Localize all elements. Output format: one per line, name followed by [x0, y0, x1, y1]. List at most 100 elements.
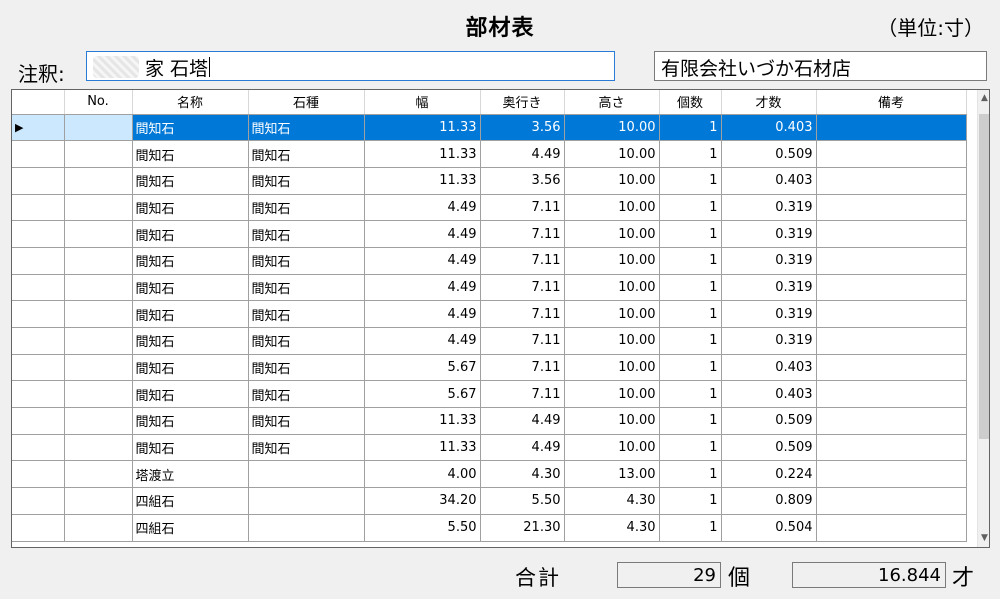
cell-d[interactable]: 7.11: [480, 274, 565, 302]
cell-qty[interactable]: 1: [659, 300, 722, 328]
cell-qty[interactable]: 1: [659, 274, 722, 302]
column-header[interactable]: 名称: [132, 90, 249, 115]
cell-name[interactable]: 間知石: [132, 407, 249, 435]
cell-stone[interactable]: [248, 514, 365, 542]
cell-sai[interactable]: 0.403: [721, 114, 817, 142]
cell-note[interactable]: [816, 140, 967, 168]
cell-no[interactable]: [64, 487, 133, 515]
cell-sai[interactable]: 0.504: [721, 514, 817, 542]
cell-note[interactable]: [816, 460, 967, 489]
cell-h[interactable]: 10.00: [564, 300, 660, 328]
cell-d[interactable]: 7.11: [480, 220, 565, 248]
cell-h[interactable]: 10.00: [564, 194, 660, 222]
scroll-down-icon[interactable]: ▼: [978, 530, 989, 547]
row-header[interactable]: [12, 407, 65, 435]
cell-sai[interactable]: 0.224: [721, 460, 817, 489]
cell-note[interactable]: [816, 407, 967, 435]
column-header[interactable]: 石種: [248, 90, 365, 115]
cell-note[interactable]: [816, 247, 967, 275]
cell-qty[interactable]: 1: [659, 140, 722, 168]
cell-d[interactable]: 21.30: [480, 514, 565, 542]
cell-no[interactable]: [64, 327, 133, 355]
company-field[interactable]: 有限会社いづか石材店: [654, 51, 987, 81]
cell-qty[interactable]: 1: [659, 460, 722, 489]
cell-h[interactable]: 10.00: [564, 114, 660, 142]
table-row[interactable]: 塔渡立 4.00 4.30 13.00 1 0.224: [12, 460, 967, 489]
cell-h[interactable]: 4.30: [564, 514, 660, 542]
cell-name[interactable]: 間知石: [132, 327, 249, 355]
cell-no[interactable]: [64, 140, 133, 168]
cell-h[interactable]: 10.00: [564, 247, 660, 275]
column-header[interactable]: 備考: [816, 90, 967, 115]
cell-qty[interactable]: 1: [659, 354, 722, 382]
cell-stone[interactable]: 間知石: [248, 114, 365, 142]
row-header[interactable]: [12, 300, 65, 328]
cell-d[interactable]: 7.11: [480, 327, 565, 355]
table-row[interactable]: 四組石 5.50 21.30 4.30 1 0.504: [12, 514, 967, 542]
cell-h[interactable]: 10.00: [564, 407, 660, 435]
row-header[interactable]: [12, 354, 65, 382]
cell-w[interactable]: 5.67: [364, 354, 481, 382]
cell-no[interactable]: [64, 300, 133, 328]
cell-no[interactable]: [64, 194, 133, 222]
cell-name[interactable]: 間知石: [132, 274, 249, 302]
cell-h[interactable]: 10.00: [564, 140, 660, 168]
table-row[interactable]: 間知石 間知石 4.49 7.11 10.00 1 0.319: [12, 220, 967, 248]
cell-name[interactable]: 間知石: [132, 380, 249, 409]
parts-grid[interactable]: No. 名称 石種 幅 奥行き 高さ 個数 才数 備考 ▶ 間知石 間知石 11.33…: [11, 89, 990, 548]
table-row[interactable]: 間知石 間知石 11.33 4.49 10.00 1 0.509: [12, 434, 967, 462]
cell-no[interactable]: [64, 167, 133, 195]
row-header[interactable]: [12, 487, 65, 515]
cell-stone[interactable]: [248, 487, 365, 515]
cell-sai[interactable]: 0.319: [721, 300, 817, 328]
cell-no[interactable]: [64, 514, 133, 542]
cell-d[interactable]: 7.11: [480, 354, 565, 382]
column-header[interactable]: 幅: [364, 90, 481, 115]
scroll-up-icon[interactable]: ▲: [978, 90, 989, 107]
cell-d[interactable]: 3.56: [480, 167, 565, 195]
table-row[interactable]: 間知石 間知石 4.49 7.11 10.00 1 0.319: [12, 247, 967, 275]
cell-name[interactable]: 間知石: [132, 140, 249, 168]
cell-sai[interactable]: 0.509: [721, 434, 817, 462]
note-input[interactable]: 家 石塔: [86, 51, 615, 81]
column-header[interactable]: 奥行き: [480, 90, 565, 115]
cell-h[interactable]: 10.00: [564, 220, 660, 248]
cell-stone[interactable]: 間知石: [248, 247, 365, 275]
cell-h[interactable]: 10.00: [564, 274, 660, 302]
cell-w[interactable]: 11.33: [364, 167, 481, 195]
cell-h[interactable]: 10.00: [564, 380, 660, 409]
table-row[interactable]: 間知石 間知石 4.49 7.11 10.00 1 0.319: [12, 327, 967, 355]
cell-name[interactable]: 塔渡立: [132, 460, 249, 489]
row-header[interactable]: [12, 220, 65, 248]
cell-no[interactable]: [64, 114, 133, 142]
cell-name[interactable]: 間知石: [132, 434, 249, 462]
cell-d[interactable]: 3.56: [480, 114, 565, 142]
row-header[interactable]: [12, 327, 65, 355]
table-row[interactable]: 間知石 間知石 5.67 7.11 10.00 1 0.403: [12, 380, 967, 409]
cell-note[interactable]: [816, 327, 967, 355]
cell-name[interactable]: 四組石: [132, 514, 249, 542]
cell-qty[interactable]: 1: [659, 487, 722, 515]
row-header[interactable]: [12, 380, 65, 409]
cell-d[interactable]: 4.30: [480, 460, 565, 489]
cell-name[interactable]: 間知石: [132, 167, 249, 195]
scrollbar-thumb[interactable]: [979, 114, 989, 439]
cell-no[interactable]: [64, 380, 133, 409]
cell-stone[interactable]: 間知石: [248, 140, 365, 168]
cell-note[interactable]: [816, 514, 967, 542]
cell-sai[interactable]: 0.509: [721, 407, 817, 435]
column-header[interactable]: 高さ: [564, 90, 660, 115]
cell-note[interactable]: [816, 167, 967, 195]
cell-qty[interactable]: 1: [659, 407, 722, 435]
cell-stone[interactable]: 間知石: [248, 274, 365, 302]
table-row[interactable]: 間知石 間知石 4.49 7.11 10.00 1 0.319: [12, 194, 967, 222]
cell-w[interactable]: 11.33: [364, 407, 481, 435]
cell-stone[interactable]: 間知石: [248, 354, 365, 382]
row-header[interactable]: [12, 460, 65, 489]
cell-qty[interactable]: 1: [659, 380, 722, 409]
cell-d[interactable]: 7.11: [480, 300, 565, 328]
cell-d[interactable]: 7.11: [480, 247, 565, 275]
cell-note[interactable]: [816, 354, 967, 382]
row-header[interactable]: [12, 274, 65, 302]
column-header[interactable]: 個数: [659, 90, 722, 115]
